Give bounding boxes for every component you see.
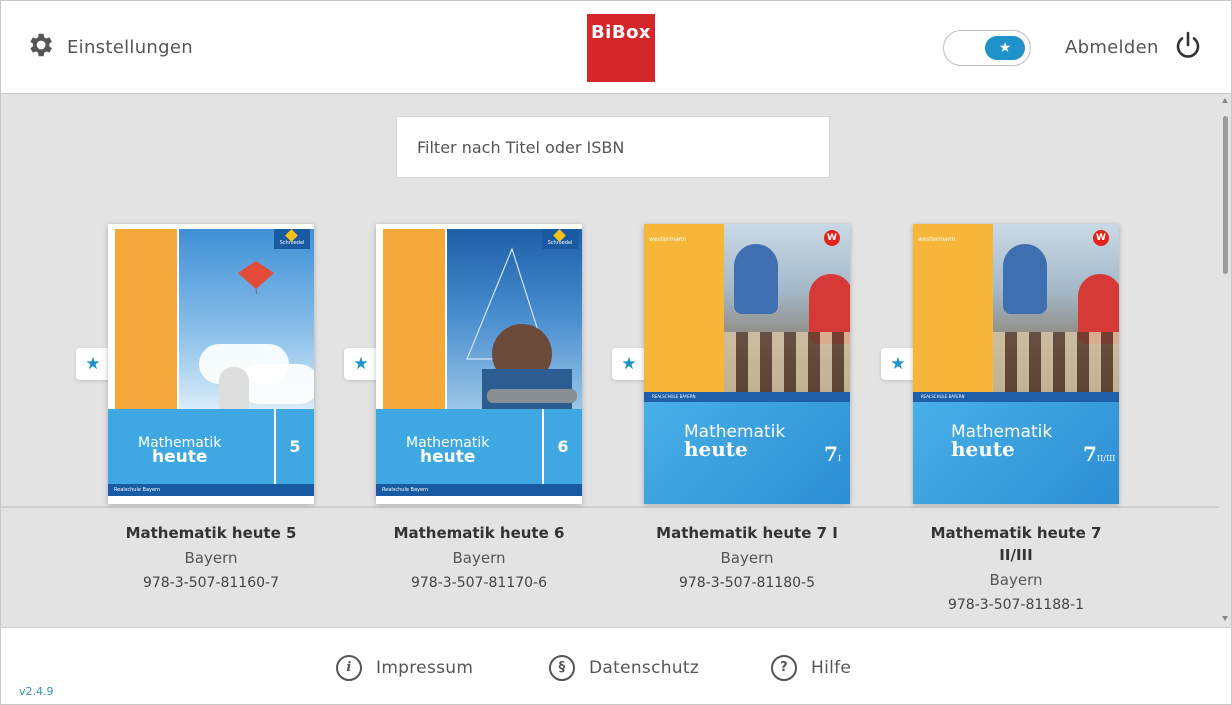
datenschutz-label: Datenschutz <box>589 658 700 678</box>
favorite-star-icon[interactable]: ★ <box>76 348 110 380</box>
cover-title: Mathematik heute <box>951 424 1052 461</box>
gear-icon <box>25 30 55 64</box>
cover-orange-panel <box>913 224 993 392</box>
power-icon <box>1173 30 1203 64</box>
logout-label: Abmelden <box>1065 36 1159 58</box>
book-title[interactable]: Mathematik heute 5 <box>68 522 354 544</box>
paragraph-icon: § <box>549 655 575 681</box>
book-isbn: 978-3-507-81170-6 <box>410 575 547 591</box>
help-icon: ? <box>771 655 797 681</box>
cover-sub: heute <box>684 437 748 461</box>
cover-number: 6 <box>542 409 582 484</box>
datenschutz-link[interactable]: § Datenschutz <box>549 655 699 681</box>
westermann-logo-icon: W <box>824 230 840 246</box>
westermann-logo-icon: W <box>1093 230 1109 246</box>
favorites-toggle[interactable]: ★ <box>943 30 1031 66</box>
favorite-star-icon[interactable]: ★ <box>612 348 646 380</box>
book-region: Bayern <box>184 549 238 567</box>
triangle-drawing-icon <box>466 247 577 409</box>
book-card: ★ westermann W REALSCHULE BAYERN Mathema… <box>881 224 1119 613</box>
cover-photo <box>447 229 582 409</box>
book-isbn: 978-3-507-81188-1 <box>947 597 1084 613</box>
publisher-name: westermann <box>649 236 687 243</box>
cover-number-main: 7 <box>1083 442 1097 466</box>
book-cover[interactable]: westermann W REALSCHULE BAYERN Mathemati… <box>913 224 1119 504</box>
chess-board <box>724 332 850 392</box>
book-cover[interactable]: westermann W REALSCHULE BAYERN Mathemati… <box>644 224 850 504</box>
book-title[interactable]: Mathematik heute 7 I <box>604 522 890 544</box>
cover-sub: heute <box>419 447 476 467</box>
child-figure <box>219 367 249 409</box>
cover-number: 5 <box>274 409 314 484</box>
scroll-down-arrow-icon[interactable] <box>1222 616 1228 621</box>
impressum-label: Impressum <box>376 658 474 678</box>
publisher-name: westermann <box>918 236 956 243</box>
book-card: ★ Schroedel Mathematik heute <box>344 224 582 591</box>
info-icon: i <box>336 655 362 681</box>
book-region: Bayern <box>452 549 506 567</box>
scroll-up-arrow-icon[interactable] <box>1222 98 1228 103</box>
shelf-divider <box>1 506 1219 508</box>
book-cover[interactable]: Schroedel Mathematik heute 6 Realschule … <box>376 224 582 504</box>
book-card: ★ Schroedel Mathematik heute <box>76 224 314 591</box>
cover-number-suffix: I <box>837 454 842 463</box>
favorite-star-icon[interactable]: ★ <box>881 348 915 380</box>
cover-title: Mathematik heute <box>684 424 785 461</box>
cover-orange-panel <box>383 229 445 409</box>
logout-button[interactable]: Abmelden <box>1065 31 1203 63</box>
book-card: ★ westermann W REALSCHULE BAYERN Mathema… <box>612 224 850 591</box>
cover-region-band: REALSCHULE BAYERN <box>913 392 1119 402</box>
cover-orange-panel <box>644 224 724 392</box>
cover-title: Mathematik heute <box>138 436 221 467</box>
kite-icon <box>238 261 274 294</box>
cover-orange-panel <box>115 229 177 409</box>
book-title[interactable]: Mathematik heute 7 II/III <box>873 522 1159 566</box>
version-label: v2.4.9 <box>19 685 54 698</box>
book-title[interactable]: Mathematik heute 6 <box>336 522 622 544</box>
bookshelf: ★ Schroedel Mathematik heute <box>1 94 1231 627</box>
cover-number: 7I <box>824 442 841 466</box>
cover-sub: heute <box>151 447 208 467</box>
scrollbar-thumb[interactable] <box>1223 116 1228 274</box>
cover-number-suffix: II/III <box>1096 454 1116 463</box>
book-info: Mathematik heute 5 Bayern 978-3-507-8116… <box>68 522 354 594</box>
publisher-badge: Schroedel <box>542 229 578 249</box>
book-cover[interactable]: Schroedel Mathematik heute 5 Realschule … <box>108 224 314 504</box>
bibox-logo: BiBox <box>587 14 655 82</box>
child-figure <box>1003 244 1047 314</box>
book-info: Mathematik heute 6 Bayern 978-3-507-8117… <box>336 522 622 594</box>
cover-title: Mathematik heute <box>406 436 489 467</box>
publisher-badge: Schroedel <box>274 229 310 249</box>
settings-button[interactable]: Einstellungen <box>25 31 193 63</box>
header: Einstellungen BiBox ★ Abmelden <box>1 1 1231 94</box>
cloud-shape <box>239 364 314 404</box>
cover-number-main: 7 <box>824 442 838 466</box>
hilfe-label: Hilfe <box>811 658 852 678</box>
book-info: Mathematik heute 7 I Bayern 978-3-507-81… <box>604 522 890 594</box>
book-isbn: 978-3-507-81180-5 <box>678 575 815 591</box>
book-region: Bayern <box>989 571 1043 589</box>
book-info: Mathematik heute 7 II/III Bayern 978-3-5… <box>873 522 1159 616</box>
favorite-star-icon[interactable]: ★ <box>344 348 378 380</box>
cover-number: 7II/III <box>1083 442 1115 466</box>
child-figure <box>734 244 778 314</box>
cover-region-band: Realschule Bayern <box>108 484 314 496</box>
impressum-link[interactable]: i Impressum <box>336 655 473 681</box>
cover-photo <box>179 229 314 409</box>
cover-sub: heute <box>951 437 1015 461</box>
app-frame: Einstellungen BiBox ★ Abmelden ★ <box>0 0 1232 705</box>
hilfe-link[interactable]: ? Hilfe <box>771 655 851 681</box>
footer: i Impressum § Datenschutz ? Hilfe v2.4.9 <box>1 627 1231 704</box>
star-icon: ★ <box>985 36 1025 60</box>
vertical-scrollbar[interactable] <box>1219 94 1231 627</box>
cover-region-band: Realschule Bayern <box>376 484 582 496</box>
settings-label: Einstellungen <box>67 36 193 58</box>
book-region: Bayern <box>720 549 774 567</box>
book-isbn: 978-3-507-81160-7 <box>142 575 279 591</box>
chess-board <box>993 332 1119 392</box>
filter-input[interactable] <box>396 116 830 178</box>
cover-region-band: REALSCHULE BAYERN <box>644 392 850 402</box>
